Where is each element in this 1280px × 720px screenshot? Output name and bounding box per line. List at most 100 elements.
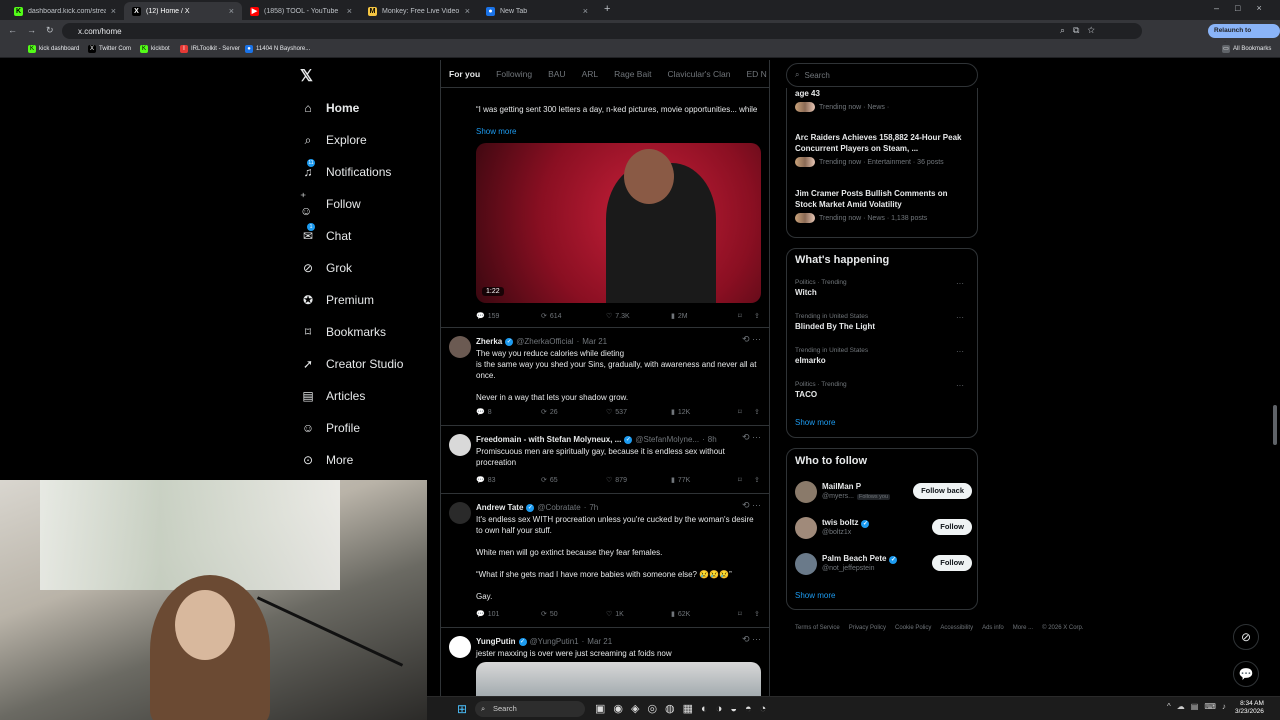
show-more-link[interactable]: Show more <box>795 591 835 600</box>
avatar[interactable] <box>795 553 817 575</box>
nav-item-premium[interactable]: ✪ Premium <box>300 292 374 308</box>
bookmark-kickbot[interactable]: Kkickbot <box>140 45 170 53</box>
author-name[interactable]: Freedomain - with Stefan Molyneux, ... <box>476 435 621 444</box>
like-button[interactable]: ♡ 537 <box>606 408 627 417</box>
more-options-icon[interactable]: ⟲ ··· <box>742 634 761 645</box>
nav-item-follow[interactable]: ⁺☺ Follow <box>300 190 361 218</box>
grok-float-icon[interactable]: ⊘ <box>1233 624 1259 650</box>
windows-start-icon[interactable]: ⊞ <box>457 702 467 716</box>
tweet[interactable]: Freedomain - with Stefan Molyneux, ... ✓ @… <box>441 426 769 494</box>
share-icon[interactable]: ⇪ <box>754 312 760 320</box>
show-more-link[interactable]: Show more <box>795 418 835 427</box>
close-icon[interactable]: × <box>347 6 352 16</box>
reply-button[interactable]: 💬 8 <box>476 408 492 417</box>
tweet[interactable]: YungPutin ✓ @YungPutin1 · Mar 21 ⟲ ··· jester … <box>441 628 769 696</box>
views-button[interactable]: ▮ 2M <box>671 312 688 321</box>
avatar[interactable] <box>449 636 471 658</box>
repost-button[interactable]: ⟳ 50 <box>541 610 558 619</box>
views-button[interactable]: ▮ 77K <box>671 476 690 485</box>
trending-story[interactable]: Arc Raiders Achieves 158,882 24-Hour Pea… <box>795 132 970 167</box>
share-icon[interactable]: ⇪ <box>754 476 760 484</box>
bookmark-icon[interactable]: ⌑ <box>738 312 742 320</box>
bookmark-irltoolkit[interactable]: I IRLToolkit - Server <box>180 45 240 53</box>
trend-item[interactable]: Trending in United States elmarko ··· <box>795 347 970 365</box>
nav-item-more[interactable]: ⊙ More <box>300 452 353 468</box>
close-icon[interactable]: × <box>465 6 470 16</box>
footer-link[interactable]: Cookie Policy <box>895 625 931 631</box>
taskbar-search[interactable]: ⌕ Search <box>475 701 585 717</box>
tab-monkey[interactable]: MMonkey: Free Live Video Ch× <box>360 2 478 20</box>
author-name[interactable]: Andrew Tate <box>476 503 523 512</box>
tweet[interactable]: Zherka ✓ @ZherkaOfficial · Mar 21 ⟲ ··· The wa… <box>441 328 769 426</box>
footer-link[interactable]: Ads info <box>982 625 1004 631</box>
show-more-link[interactable]: Show more <box>476 126 761 137</box>
views-button[interactable]: ▮ 62K <box>671 610 690 619</box>
follow-button[interactable]: Follow <box>932 555 972 571</box>
relaunch-button[interactable]: Relaunch to update <box>1208 24 1280 48</box>
author-handle[interactable]: @Cobratate <box>537 503 580 512</box>
feed-tab[interactable]: Following <box>488 69 540 79</box>
tab-youtube[interactable]: ▶ (1858) TOOL - YouTube × <box>242 2 360 20</box>
feed-tab[interactable]: BAU <box>540 69 573 79</box>
avatar[interactable] <box>449 336 471 358</box>
avatar[interactable] <box>795 517 817 539</box>
all-bookmarks[interactable]: ▭ All Bookmarks <box>1222 45 1271 53</box>
avatar[interactable] <box>795 481 817 503</box>
feed-tab[interactable]: ARL <box>574 69 607 79</box>
tweet[interactable]: “I was getting sent 300 letters a day, n… <box>441 88 769 328</box>
reply-button[interactable]: 💬 159 <box>476 312 499 321</box>
nav-item-notifications[interactable]: ♫ 11 Notifications <box>300 159 391 180</box>
reply-button[interactable]: 💬 101 <box>476 610 499 619</box>
author-name[interactable]: YungPutin <box>476 637 516 646</box>
trending-story[interactable]: age 43 Trending now · News · <box>795 88 970 112</box>
bookmark-icon[interactable]: ⌑ <box>738 408 742 416</box>
nav-item-grok[interactable]: ⊘ Grok <box>300 260 352 276</box>
search-input[interactable]: ⌕ Search <box>786 63 978 87</box>
author-handle[interactable]: @ZherkaOfficial <box>516 337 573 346</box>
reply-button[interactable]: 💬 83 <box>476 476 496 485</box>
feed-tab[interactable]: Rage Bait <box>606 69 659 79</box>
suggested-account[interactable]: Palm Beach Pete ✓ @not_jeffepstein Follow <box>795 551 972 577</box>
chat-float-icon[interactable]: 💬 <box>1233 661 1259 687</box>
footer-link[interactable]: © 2026 X Corp. <box>1042 625 1083 631</box>
new-tab-button[interactable]: + <box>604 3 610 15</box>
views-button[interactable]: ▮ 12K <box>671 408 690 417</box>
close-icon[interactable]: × <box>583 6 588 16</box>
feed-tab[interactable]: For you <box>441 69 488 79</box>
avatar[interactable] <box>449 502 471 524</box>
share-icon[interactable]: ⇪ <box>754 408 760 416</box>
repost-button[interactable]: ⟳ 65 <box>541 476 558 485</box>
footer-link[interactable]: Accessibility <box>940 625 973 631</box>
bookmark-icon[interactable]: ⌑ <box>738 476 742 484</box>
nav-item-home[interactable]: ⌂ Home <box>300 100 359 116</box>
nav-item-articles[interactable]: ▤ Articles <box>300 388 365 404</box>
system-tray[interactable]: ^☁▤⌨♪ <box>1167 702 1232 711</box>
nav-item-bookmarks[interactable]: ⌑ Bookmarks <box>300 324 386 340</box>
tweet-time[interactable]: Mar 21 <box>587 637 612 646</box>
follow-button[interactable]: Follow <box>932 519 972 535</box>
author-handle[interactable]: @StefanMolyne... <box>635 435 699 444</box>
suggested-account[interactable]: MailMan P @myers... Follows you Follow back <box>795 479 972 505</box>
tab-x-home[interactable]: X (12) Home / X × <box>124 2 242 20</box>
bookmark-bayshore[interactable]: ● 11404 N Bayshore... <box>245 45 310 53</box>
trend-item[interactable]: Trending in United States Blinded By The … <box>795 313 970 331</box>
tab-new-tab[interactable]: ● New Tab × <box>478 2 596 20</box>
nav-item-creator-studio[interactable]: ➚ Creator Studio <box>300 356 403 372</box>
tweet[interactable]: Andrew Tate ✓ @Cobratate · 7h ⟲ ··· It's endle… <box>441 494 769 628</box>
scrollbar[interactable] <box>1273 405 1277 445</box>
feed-tab[interactable]: Clavicular's Clan <box>659 69 738 79</box>
follow-button[interactable]: Follow back <box>913 483 972 499</box>
footer-link[interactable]: More ... <box>1013 625 1033 631</box>
repost-button[interactable]: ⟳ 26 <box>541 408 558 417</box>
tab-kick-dashboard[interactable]: Kdashboard.kick.com/stream × <box>6 2 124 20</box>
like-button[interactable]: ♡ 879 <box>606 476 627 485</box>
x-logo-icon[interactable]: 𝕏 <box>300 66 313 86</box>
clock[interactable]: 8:34 AM 3/23/2026 <box>1235 700 1264 716</box>
close-icon[interactable]: × <box>111 6 116 16</box>
tweet-time[interactable]: 7h <box>589 503 598 512</box>
more-options-icon[interactable]: ··· <box>956 381 964 390</box>
tweet-image[interactable] <box>476 662 761 696</box>
like-button[interactable]: ♡ 1K <box>606 610 624 619</box>
nav-item-chat[interactable]: ✉ 1 Chat <box>300 223 351 244</box>
avatar[interactable] <box>449 434 471 456</box>
